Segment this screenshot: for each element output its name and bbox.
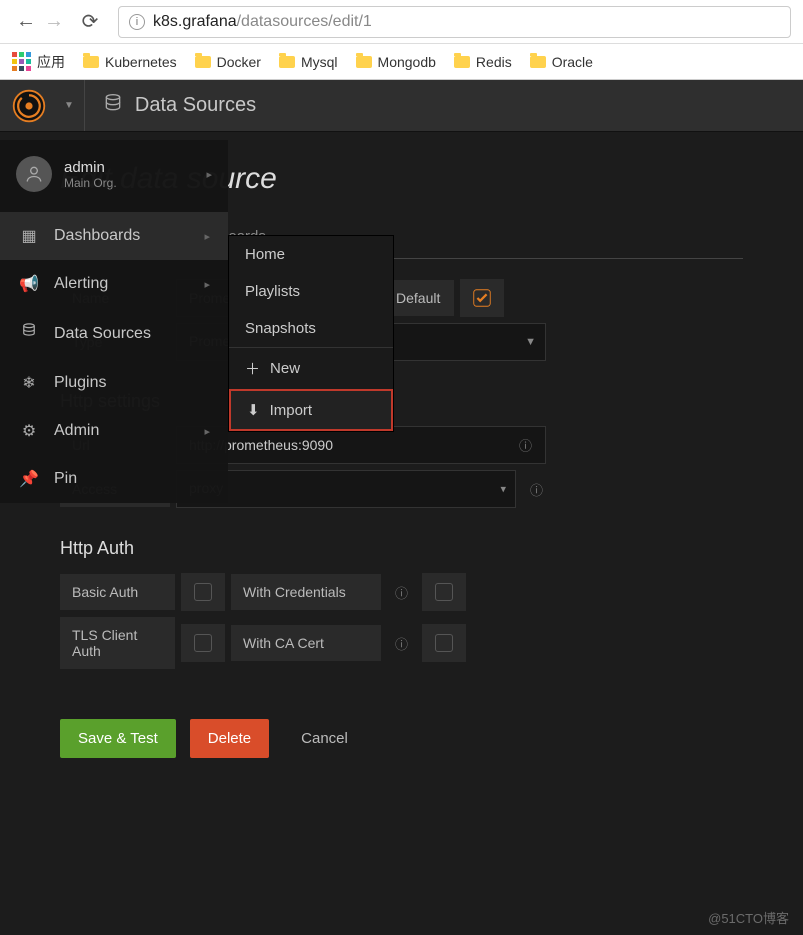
pin-icon: 📌 [18,469,40,489]
menu-plugins[interactable]: ❄Plugins [0,359,228,407]
forward-button[interactable]: → [40,8,68,36]
back-button[interactable]: ← [12,8,40,36]
submenu-home[interactable]: Home [229,236,393,273]
chevron-right-icon: ▸ [206,168,212,181]
admin-icon: ⚙ [18,421,40,441]
address-bar[interactable]: i k8s.grafana/datasources/edit/1 [118,6,791,38]
info-icon[interactable]: ⓘ [511,436,540,455]
with-ca-label: With CA Cert [231,625,381,661]
bookmark-redis[interactable]: Redis [454,54,512,70]
alerting-icon: 📢 [18,274,40,294]
info-icon[interactable]: ⓘ [522,480,551,499]
bookmark-oracle[interactable]: Oracle [530,54,593,70]
http-auth-heading: Http Auth [60,538,743,559]
apps-button[interactable]: 应用 [12,52,65,72]
watermark: @51CTO博客 [708,908,789,927]
folder-icon [195,56,211,68]
caret-down-icon: ▼ [64,100,74,111]
download-icon: ⬇ [247,401,260,419]
plus-icon: ＋ [245,358,260,379]
menu-dashboards[interactable]: ▦Dashboards ▸ [0,212,228,260]
site-info-icon: i [129,14,145,30]
database-icon [103,93,123,119]
user-org: Main Org. [64,176,117,190]
save-test-button[interactable]: Save & Test [60,719,176,758]
submenu-new[interactable]: ＋New [229,348,393,389]
user-name: admin [64,159,117,176]
grafana-menu-button[interactable]: ▼ [0,80,85,131]
checkmark-icon [471,287,493,309]
menu-datasources[interactable]: Data Sources [0,308,228,359]
folder-icon [83,56,99,68]
avatar-icon [16,156,52,192]
basic-auth-checkbox[interactable] [181,573,225,611]
submenu-import[interactable]: ⬇Import [229,389,393,431]
menu-admin[interactable]: ⚙Admin ▸ [0,407,228,455]
chevron-right-icon: ▸ [204,425,210,438]
folder-icon [356,56,372,68]
menu-pin[interactable]: 📌Pin [0,455,228,503]
basic-auth-label: Basic Auth [60,574,175,610]
bookmark-mongodb[interactable]: Mongodb [356,54,436,70]
info-icon[interactable]: ⓘ [387,583,416,602]
default-checkbox[interactable] [460,279,504,317]
delete-button[interactable]: Delete [190,719,269,758]
folder-icon [279,56,295,68]
grafana-logo-icon [0,77,58,135]
folder-icon [454,56,470,68]
with-ca-checkbox[interactable] [422,624,466,662]
folder-icon [530,56,546,68]
with-credentials-label: With Credentials [231,574,381,610]
apps-icon [12,52,31,71]
url-path: /datasources/edit/1 [237,13,372,31]
user-block[interactable]: admin Main Org. ▸ [0,140,228,212]
database-icon [18,322,40,345]
bookmark-docker[interactable]: Docker [195,54,261,70]
reload-button[interactable]: ⟳ [76,8,104,36]
with-credentials-checkbox[interactable] [422,573,466,611]
tls-client-label: TLS Client Auth [60,617,175,669]
plugins-icon: ❄ [18,373,40,393]
chevron-right-icon: ▸ [204,278,210,291]
tls-client-checkbox[interactable] [181,624,225,662]
submenu-playlists[interactable]: Playlists [229,273,393,310]
url-host: k8s.grafana [153,13,237,31]
info-icon[interactable]: ⓘ [387,634,416,653]
breadcrumb-title: Data Sources [135,94,256,117]
dashboards-submenu: Home Playlists Snapshots ＋New ⬇Import [228,235,394,432]
dashboards-icon: ▦ [18,226,40,246]
apps-label: 应用 [37,52,65,72]
main-menu-sidebar: admin Main Org. ▸ ▦Dashboards ▸ 📢Alertin… [0,140,228,503]
bookmark-mysql[interactable]: Mysql [279,54,338,70]
menu-alerting[interactable]: 📢Alerting ▸ [0,260,228,308]
cancel-button[interactable]: Cancel [283,719,366,758]
bookmark-kubernetes[interactable]: Kubernetes [83,54,177,70]
chevron-right-icon: ▸ [204,230,210,243]
submenu-snapshots[interactable]: Snapshots [229,310,393,347]
